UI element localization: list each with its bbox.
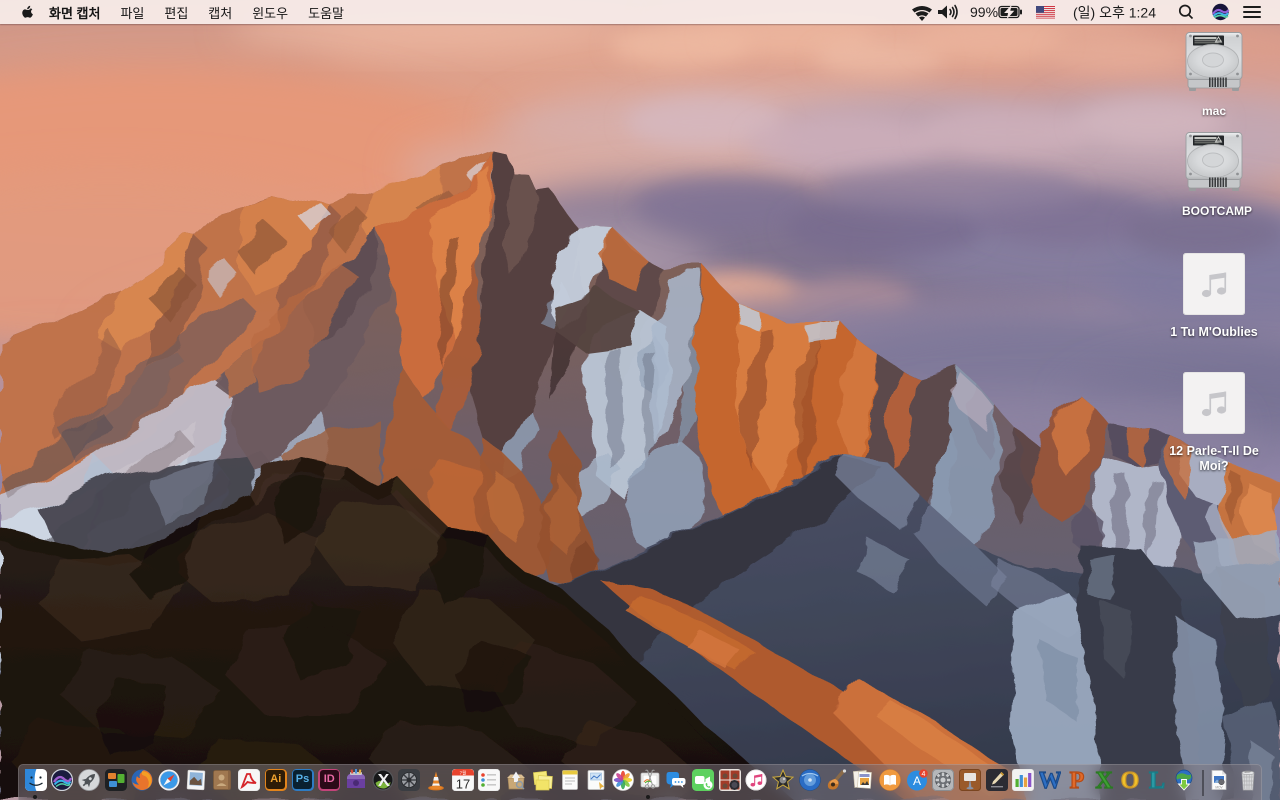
svg-text:4: 4 <box>921 771 925 778</box>
svg-text:P: P <box>1069 769 1084 791</box>
svg-text:(일) 오후 1:24: (일) 오후 1:24 <box>1073 5 1156 21</box>
svg-text:99%: 99% <box>970 4 998 20</box>
svg-text:O: O <box>1121 769 1140 791</box>
svg-text:L: L <box>1149 769 1165 791</box>
svg-text:MOV: MOV <box>1215 785 1223 789</box>
svg-text:7월: 7월 <box>459 769 466 776</box>
svg-text:A: A <box>913 774 921 788</box>
svg-text:17: 17 <box>455 776 469 791</box>
svg-text:W: W <box>1039 769 1061 791</box>
svg-text:X: X <box>1095 769 1113 791</box>
